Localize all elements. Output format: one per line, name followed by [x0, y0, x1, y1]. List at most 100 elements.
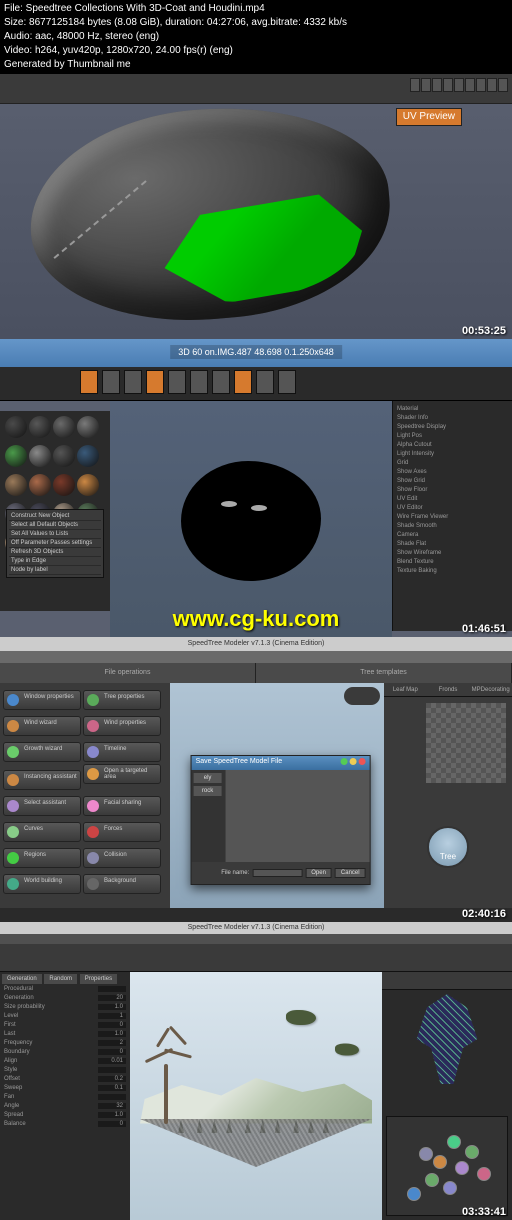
prop-value[interactable]: 0	[98, 1022, 126, 1028]
palette-button[interactable]: World building	[3, 874, 81, 894]
properties-panel[interactable]: MaterialShader InfoSpeedtree DisplayLigh…	[392, 401, 512, 631]
tool-icon[interactable]	[410, 78, 420, 92]
right-tabbar[interactable]: Leaf Map Fronds MPDecorating	[384, 683, 512, 697]
property-row[interactable]: Balance0	[2, 1120, 128, 1128]
property-row[interactable]: Size probability1.0	[2, 1003, 128, 1011]
close-icon[interactable]	[359, 758, 366, 765]
palette-button[interactable]: Background	[83, 874, 161, 894]
property-row[interactable]: Shader Info	[397, 414, 508, 423]
property-row[interactable]: Align0.01	[2, 1057, 128, 1065]
prop-value[interactable]	[98, 1067, 126, 1073]
menu-item[interactable]: Set All Values to Lists	[9, 530, 101, 539]
property-row[interactable]: First0	[2, 1021, 128, 1029]
rock-mesh-viewport[interactable]	[22, 94, 399, 335]
property-row[interactable]: Speedtree Display	[397, 423, 508, 432]
tab[interactable]: File operations	[0, 663, 256, 683]
graph-node[interactable]	[425, 1173, 439, 1187]
graph-node[interactable]	[407, 1187, 421, 1201]
viewport-3d[interactable]: Save SpeedTree Model File ely rock File …	[170, 683, 384, 908]
tool-icon[interactable]	[234, 370, 252, 394]
prop-value[interactable]: 0	[98, 1049, 126, 1055]
cancel-button[interactable]: Cancel	[335, 868, 366, 878]
material-swatch[interactable]	[77, 474, 99, 496]
save-file-dialog[interactable]: Save SpeedTree Model File ely rock File …	[191, 755, 371, 885]
dialog-titlebar[interactable]: Save SpeedTree Model File	[192, 756, 370, 770]
prop-value[interactable]: 20	[98, 995, 126, 1001]
tool-icon[interactable]	[190, 370, 208, 394]
property-row[interactable]: Generation20	[2, 994, 128, 1002]
property-row[interactable]: Alpha Cutout	[397, 441, 508, 450]
graph-node[interactable]	[443, 1181, 457, 1195]
property-row[interactable]: Show Wireframe	[397, 549, 508, 558]
property-row[interactable]: Frequency2	[2, 1039, 128, 1047]
main-toolbar[interactable]	[0, 944, 512, 972]
property-row[interactable]: Grid	[397, 459, 508, 468]
minimize-icon[interactable]	[341, 758, 348, 765]
menu-item[interactable]: Select all Default Objects	[9, 521, 101, 530]
right-panel[interactable]: Leaf Map Fronds MPDecorating Tree	[384, 683, 512, 908]
tool-icon[interactable]	[432, 78, 442, 92]
tool-icon[interactable]	[498, 78, 508, 92]
material-swatch[interactable]	[77, 445, 99, 467]
property-row[interactable]: UV Editor	[397, 504, 508, 513]
tool-icon[interactable]	[421, 78, 431, 92]
property-row[interactable]: Offset0.2	[2, 1075, 128, 1083]
prop-value[interactable]: 1.0	[98, 1031, 126, 1037]
tab[interactable]: Leaf Map	[384, 683, 427, 696]
property-row[interactable]: Show Floor	[397, 486, 508, 495]
property-row[interactable]: Shade Flat	[397, 540, 508, 549]
property-row[interactable]: Wire Frame Viewer	[397, 513, 508, 522]
menubar[interactable]	[0, 934, 512, 944]
tree-node-icon[interactable]: Tree	[427, 826, 469, 868]
filename-input[interactable]	[252, 869, 302, 877]
menu-item[interactable]: Construct New Object	[9, 512, 101, 521]
open-button[interactable]: Open	[305, 868, 332, 878]
property-row[interactable]: Spread1.0	[2, 1111, 128, 1119]
property-row[interactable]: Shade Smooth	[397, 522, 508, 531]
tool-icon[interactable]	[212, 370, 230, 394]
property-row[interactable]: Boundary0	[2, 1048, 128, 1056]
tool-icon[interactable]	[476, 78, 486, 92]
material-swatch[interactable]	[53, 416, 75, 438]
tool-icon[interactable]	[146, 370, 164, 394]
property-row[interactable]: Blend Texture	[397, 558, 508, 567]
palette-button[interactable]: Curves	[3, 822, 81, 842]
property-row[interactable]: Show Axes	[397, 468, 508, 477]
tool-icon[interactable]	[465, 78, 475, 92]
prop-value[interactable]: 1	[98, 1013, 126, 1019]
sidebar-item[interactable]: ely	[194, 773, 222, 783]
graph-node[interactable]	[419, 1147, 433, 1161]
tool-icon[interactable]	[454, 78, 464, 92]
right-panel[interactable]	[382, 972, 512, 1220]
viewport-3d[interactable]	[130, 972, 382, 1220]
prop-value[interactable]: 2	[98, 1040, 126, 1046]
palette-button[interactable]: Wind wizard	[3, 716, 81, 736]
material-swatch[interactable]	[53, 445, 75, 467]
viewport-toolbar[interactable]	[344, 687, 380, 705]
tool-icon[interactable]	[168, 370, 186, 394]
palette-button[interactable]: Select assistant	[3, 796, 81, 816]
properties-panel[interactable]: Generation Random Properties ProceduralG…	[0, 972, 130, 1220]
property-row[interactable]: UV Edit	[397, 495, 508, 504]
prop-value[interactable]: 1.0	[98, 1004, 126, 1010]
tool-icon[interactable]	[487, 78, 497, 92]
property-row[interactable]: Last1.0	[2, 1030, 128, 1038]
tab[interactable]: Random	[44, 974, 77, 984]
graph-node[interactable]	[477, 1167, 491, 1181]
property-row[interactable]: Material	[397, 405, 508, 414]
palette-button[interactable]: Tree properties	[83, 690, 161, 710]
palette-button[interactable]: Open a targeted area	[83, 764, 161, 784]
viewport-3d[interactable]	[110, 401, 392, 637]
graph-node[interactable]	[455, 1161, 469, 1175]
material-swatch[interactable]	[5, 445, 27, 467]
right-tabbar[interactable]	[382, 972, 512, 990]
tab[interactable]: Properties	[80, 974, 117, 984]
window-controls[interactable]	[341, 758, 366, 768]
prop-value[interactable]	[98, 1094, 126, 1100]
tab[interactable]: Generation	[2, 974, 42, 984]
palette-button[interactable]: Facial sharing	[83, 796, 161, 816]
prop-value[interactable]: 32	[98, 1103, 126, 1109]
palette-button[interactable]: Regions	[3, 848, 81, 868]
palette-button[interactable]: Window properties	[3, 690, 81, 710]
prop-value[interactable]: 0.1	[98, 1085, 126, 1091]
